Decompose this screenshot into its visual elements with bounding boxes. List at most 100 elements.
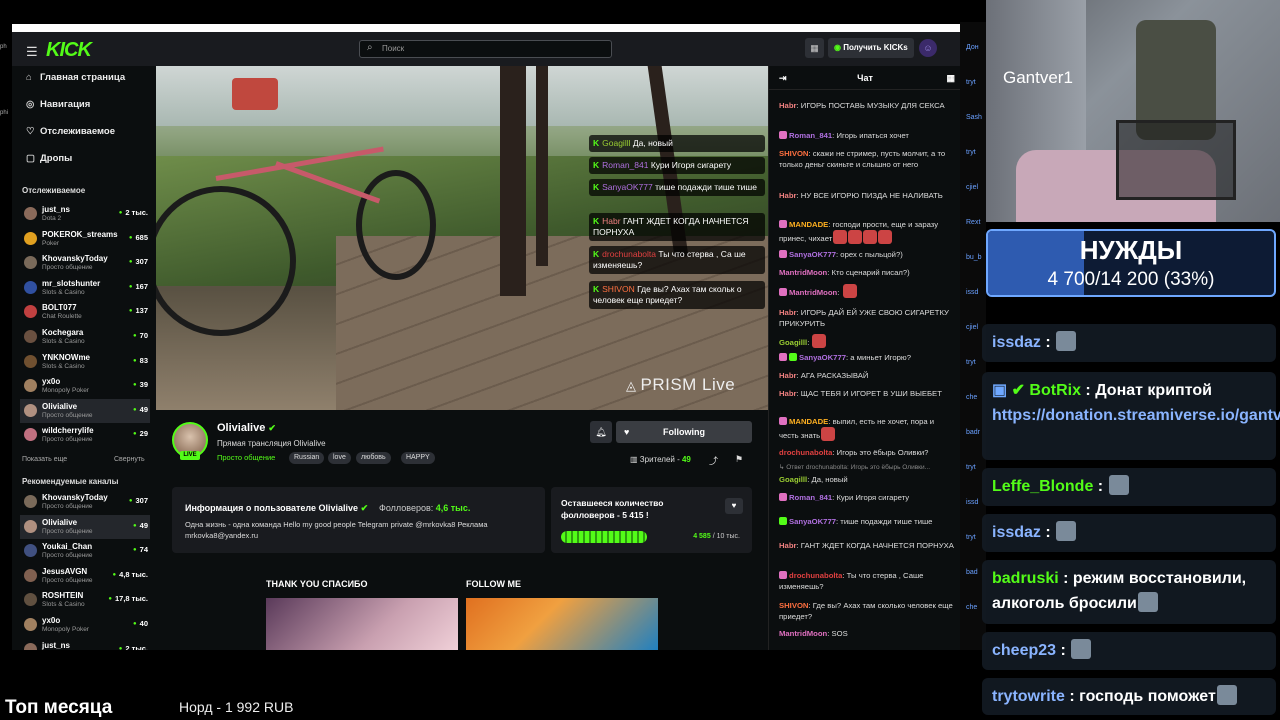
get-kicks-button[interactable]: ◉ Получить KICKs xyxy=(828,38,914,58)
channel-item[interactable]: BOLT077Chat Roulette 137 xyxy=(20,300,150,324)
chat-username[interactable]: Roman_841 xyxy=(789,131,832,140)
channel-item[interactable]: yx0oMonopoly Poker 39 xyxy=(20,374,150,398)
chat-username[interactable]: Habr xyxy=(779,191,797,200)
follower-goal-panel: Оставшееся количество фолловеров - 5 415… xyxy=(551,487,752,553)
channel-item[interactable]: just_ns 2 тыс. xyxy=(20,638,150,650)
nav-item[interactable]: ◎ Навигация xyxy=(26,99,90,110)
side-text: phi xyxy=(0,110,9,116)
side-chat-username: cjiel xyxy=(966,184,979,191)
nav-item[interactable]: ⌂ Главная страница xyxy=(26,72,125,83)
video-player[interactable]: K Goagilll Да, новый K Roman_841 Кури Игоря… xyxy=(156,66,768,410)
chat-message: MantridMoon: xyxy=(779,284,954,298)
streamer-name[interactable]: Olivialive ✔ xyxy=(217,422,276,434)
chat-username[interactable]: Habr xyxy=(779,389,797,398)
report-icon[interactable]: ⚑ xyxy=(735,454,743,465)
video-chat-text: Кури Игоря сигарету xyxy=(650,160,732,170)
channel-item[interactable]: YNKNOWmeSlots & Casino 83 xyxy=(20,350,150,374)
stream-tag[interactable]: любовь xyxy=(356,452,391,464)
chat-username[interactable]: MANDADE xyxy=(789,417,828,426)
video-post xyxy=(500,66,526,296)
channel-item[interactable]: wildcherrylifeПросто общение 29 xyxy=(20,423,150,447)
panel-image[interactable] xyxy=(466,598,658,650)
chat-username[interactable]: SanyaOK777 xyxy=(789,250,836,259)
followers-count: Фолловеров: 4,6 тыс. xyxy=(379,503,470,513)
chat-username[interactable]: SHIVON xyxy=(779,601,808,610)
channel-viewers: 40 xyxy=(133,619,148,628)
stream-tag[interactable]: HAPPY xyxy=(401,452,435,464)
overlay-chat-message: Leffe_Blonde : xyxy=(982,468,1276,506)
chat-username[interactable]: Habr xyxy=(779,541,797,550)
channel-name: KhovanskyToday xyxy=(42,493,108,502)
donation-link[interactable]: https://donation.streamiverse.io/gantver… xyxy=(992,407,1280,424)
stream-category[interactable]: Просто общение xyxy=(217,453,275,462)
goal-heart-button[interactable]: ♥ xyxy=(725,498,743,514)
top-month-label: Топ месяца xyxy=(5,697,113,718)
chat-text: Кто сценарий писал?) xyxy=(831,268,910,277)
notification-bell-button[interactable]: 🔔︎ xyxy=(590,421,612,443)
chat-username[interactable]: Goagilll xyxy=(779,338,807,347)
chat-username[interactable]: Roman_841 xyxy=(789,493,832,502)
menu-icon[interactable]: ☰ xyxy=(26,44,38,60)
chat-username[interactable]: Habr xyxy=(779,308,797,317)
layout-icon[interactable]: ▦ xyxy=(805,38,824,58)
chat-username[interactable]: MantridMoon xyxy=(779,268,827,277)
stream-tag[interactable]: Russian xyxy=(289,452,325,464)
channel-item[interactable]: OlivialiveПросто общение 49 xyxy=(20,514,150,539)
side-chat-username: bad xyxy=(966,569,978,576)
channel-item[interactable]: JesusAVGNПросто общение 4,8 тыс. xyxy=(20,564,150,588)
share-icon[interactable]: ⤴ xyxy=(709,454,718,467)
stream-tag[interactable]: love xyxy=(328,452,351,464)
chat-header: ⇥ Чат ▦ xyxy=(769,66,960,90)
channel-item[interactable]: ROSHTEINSlots & Casino 17,8 тыс. xyxy=(20,588,150,612)
search-input[interactable]: ⌕ Поиск xyxy=(359,40,612,58)
panel-image[interactable] xyxy=(266,598,458,650)
channel-item[interactable]: Youkai_ChanПросто общение 74 xyxy=(20,539,150,563)
side-chat-username: tryt xyxy=(966,149,976,156)
chat-username[interactable]: Goagilll xyxy=(779,475,807,484)
nav-item-label: Навигация xyxy=(40,99,91,110)
video-post xyxy=(536,66,548,266)
nav-item[interactable]: ♡ Отслеживаемое xyxy=(26,126,115,137)
show-more-link[interactable]: Показать еще xyxy=(22,456,67,463)
channel-item[interactable]: just_nsDota 2 2 тыс. xyxy=(20,202,150,226)
chat-users-icon[interactable]: ▦ xyxy=(946,66,955,90)
channel-name: mr_slotshunter xyxy=(42,278,101,288)
user-avatar[interactable]: ☺ xyxy=(919,39,937,57)
channel-item[interactable]: KhovanskyTodayПросто общение 307 xyxy=(20,490,150,514)
chat-username[interactable]: drochunabolta xyxy=(779,448,832,457)
channel-item[interactable]: KhovanskyTodayПросто общение 307 xyxy=(20,251,150,275)
chat-username[interactable]: MANDADE xyxy=(789,220,828,229)
chat-username[interactable]: Habr xyxy=(779,371,797,380)
chat-text: Да, новый xyxy=(811,475,848,484)
following-button[interactable]: ♥ Following xyxy=(616,421,752,443)
goal-total: / 10 тыс. xyxy=(712,533,740,540)
chat-message: Habr: ИГОРЬ ПОСТАВЬ МУЗЫКУ ДЛЯ СЕКСА xyxy=(779,101,945,110)
chat-text: Игорь ипаться хочет xyxy=(836,131,909,140)
collapse-chat-icon[interactable]: ⇥ xyxy=(779,66,787,90)
kick-logo[interactable]: KICK xyxy=(46,39,92,62)
mod-badge-icon xyxy=(789,353,797,361)
channel-item[interactable]: OlivialiveПросто общение 49 xyxy=(20,398,150,423)
channel-viewers: 83 xyxy=(133,356,148,365)
window-top-bar xyxy=(12,24,960,32)
overlay-chat-user: Leffe_Blonde xyxy=(992,478,1094,495)
chat-message: Goagilll: xyxy=(779,334,954,348)
collapse-link[interactable]: Свернуть xyxy=(114,456,145,463)
channel-item[interactable]: mr_slotshunterSlots & Casino 167 xyxy=(20,276,150,300)
chat-username[interactable]: drochunabolta xyxy=(789,571,842,580)
channel-avatar xyxy=(24,280,37,294)
chat-username[interactable]: SanyaOK777 xyxy=(799,353,846,362)
chat-username[interactable]: MantridMoon xyxy=(779,629,827,638)
chat-message: MantridMoon: SOS xyxy=(779,629,848,638)
channel-item[interactable]: KochegaraSlots & Casino 70 xyxy=(20,325,150,349)
channel-name: wildcherrylife xyxy=(42,426,94,436)
needs-value: 4 700/14 200 (33%) xyxy=(1047,269,1215,290)
chat-username[interactable]: MantridMoon xyxy=(789,288,837,297)
nav-item[interactable]: ▢ Дропы xyxy=(26,153,72,164)
chat-username[interactable]: Habr xyxy=(779,101,797,110)
chat-username[interactable]: SanyaOK777 xyxy=(789,517,836,526)
channel-item[interactable]: POKEROK_streamsPoker 685 xyxy=(20,227,150,251)
bot-icon: ▣ xyxy=(992,382,1012,399)
chat-username[interactable]: SHIVON xyxy=(779,149,808,158)
channel-item[interactable]: yx0oMonopoly Poker 40 xyxy=(20,613,150,637)
